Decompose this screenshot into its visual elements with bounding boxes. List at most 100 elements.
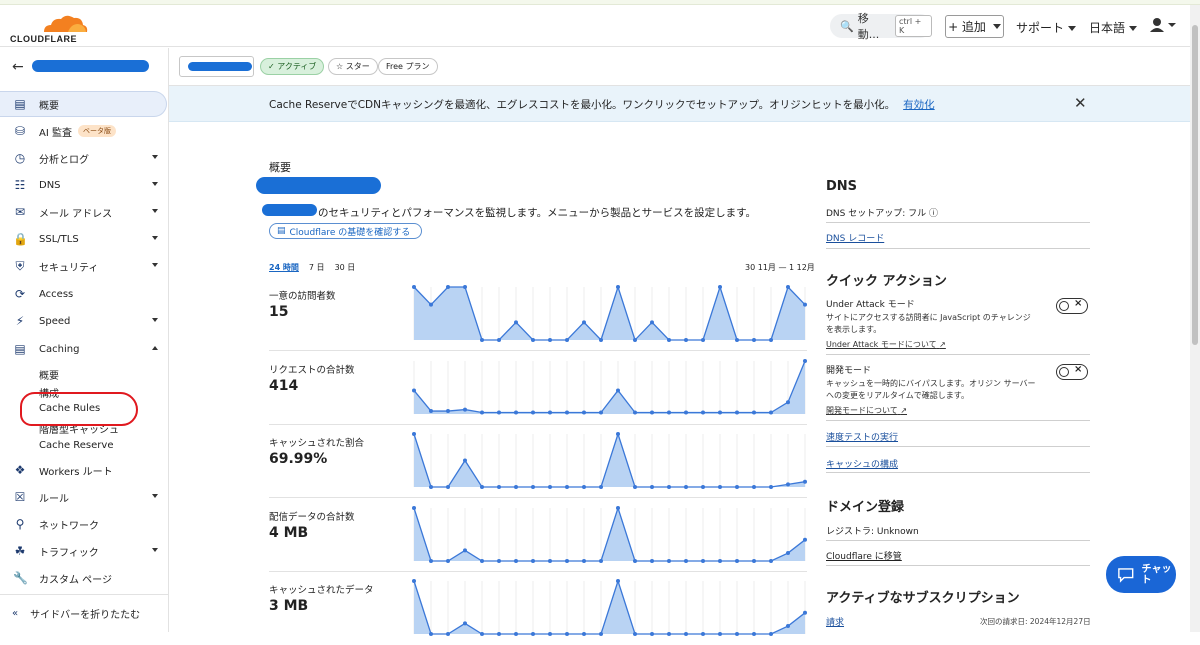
- data-point[interactable]: [650, 320, 654, 325]
- data-point[interactable]: [684, 559, 688, 563]
- data-point[interactable]: [480, 410, 484, 415]
- data-point[interactable]: [701, 485, 705, 489]
- search-button[interactable]: 🔍 移動... ctrl + K: [830, 12, 932, 41]
- data-point[interactable]: [446, 485, 450, 489]
- data-point[interactable]: [786, 551, 790, 556]
- data-point[interactable]: [429, 632, 433, 636]
- data-point[interactable]: [565, 485, 569, 489]
- data-point[interactable]: [752, 485, 756, 489]
- tab-7d[interactable]: 7 日: [309, 262, 325, 273]
- data-point[interactable]: [531, 559, 535, 563]
- data-point[interactable]: [633, 338, 637, 342]
- scrollbar-thumb[interactable]: [1192, 25, 1198, 345]
- billing-link[interactable]: 請求: [826, 615, 844, 628]
- data-point[interactable]: [531, 632, 535, 636]
- data-point[interactable]: [650, 559, 654, 563]
- data-point[interactable]: [786, 482, 790, 487]
- data-point[interactable]: [463, 285, 467, 289]
- data-point[interactable]: [701, 410, 705, 415]
- data-point[interactable]: [599, 559, 603, 563]
- data-point[interactable]: [412, 579, 416, 583]
- data-point[interactable]: [667, 338, 671, 342]
- data-point[interactable]: [429, 409, 433, 414]
- data-point[interactable]: [565, 338, 569, 342]
- sidebar-item-workers[interactable]: ❖ Workers ルート: [0, 457, 169, 483]
- under-attack-link[interactable]: Under Attack モードについて ↗: [826, 339, 946, 351]
- data-point[interactable]: [701, 559, 705, 563]
- sidebar-item-access[interactable]: ⟳ Access: [0, 281, 169, 307]
- data-point[interactable]: [667, 410, 671, 415]
- sidebar-item-email[interactable]: ✉ メール アドレス: [0, 199, 169, 225]
- sidebar-item-traffic[interactable]: ☘ トラフィック: [0, 538, 169, 564]
- data-point[interactable]: [616, 579, 620, 583]
- sidebar-item-ssl-tls[interactable]: 🔒 SSL/TLS: [0, 226, 169, 252]
- data-point[interactable]: [548, 485, 552, 489]
- data-point[interactable]: [650, 410, 654, 415]
- data-point[interactable]: [480, 632, 484, 636]
- data-point[interactable]: [718, 485, 722, 489]
- info-icon[interactable]: ⓘ: [929, 209, 938, 219]
- cloudflare-basics-link[interactable]: ▤ Cloudflare の基礎を確認する: [269, 223, 422, 239]
- data-point[interactable]: [497, 559, 501, 563]
- data-point[interactable]: [429, 559, 433, 563]
- data-point[interactable]: [565, 632, 569, 636]
- sidebar-item-analytics[interactable]: ◷ 分析とログ: [0, 145, 169, 171]
- data-point[interactable]: [446, 409, 450, 414]
- data-point[interactable]: [752, 559, 756, 563]
- data-point[interactable]: [650, 485, 654, 489]
- add-button[interactable]: + 追加: [945, 15, 1004, 38]
- data-point[interactable]: [684, 485, 688, 489]
- data-point[interactable]: [735, 559, 739, 563]
- data-point[interactable]: [616, 285, 620, 289]
- language-menu[interactable]: 日本語: [1089, 19, 1138, 36]
- plan-badge[interactable]: Free プラン: [378, 58, 438, 75]
- data-point[interactable]: [582, 559, 586, 563]
- data-point[interactable]: [463, 407, 467, 412]
- data-point[interactable]: [667, 559, 671, 563]
- data-point[interactable]: [497, 632, 501, 636]
- data-point[interactable]: [446, 285, 450, 289]
- data-point[interactable]: [582, 485, 586, 489]
- data-point[interactable]: [803, 610, 807, 615]
- data-point[interactable]: [480, 485, 484, 489]
- data-point[interactable]: [463, 548, 467, 553]
- data-point[interactable]: [412, 285, 416, 289]
- dns-records-link[interactable]: DNS レコード: [826, 231, 884, 244]
- data-point[interactable]: [667, 485, 671, 489]
- close-icon[interactable]: ✕: [1074, 94, 1087, 112]
- sidebar-item-speed[interactable]: ⚡ Speed: [0, 308, 169, 334]
- data-point[interactable]: [446, 632, 450, 636]
- tab-24h[interactable]: 24 時間: [269, 262, 299, 273]
- tab-30d[interactable]: 30 日: [335, 262, 356, 273]
- data-point[interactable]: [531, 338, 535, 342]
- data-point[interactable]: [480, 559, 484, 563]
- caching-sub-overview[interactable]: 概要: [39, 367, 59, 382]
- data-point[interactable]: [786, 285, 790, 289]
- data-point[interactable]: [701, 338, 705, 342]
- data-point[interactable]: [480, 338, 484, 342]
- caching-sub-cache-reserve[interactable]: Cache Reserve: [39, 440, 113, 451]
- data-point[interactable]: [548, 559, 552, 563]
- data-point[interactable]: [582, 410, 586, 415]
- data-point[interactable]: [497, 338, 501, 342]
- data-point[interactable]: [531, 485, 535, 489]
- data-point[interactable]: [412, 432, 416, 436]
- data-point[interactable]: [684, 410, 688, 415]
- data-point[interactable]: [514, 559, 518, 563]
- data-point[interactable]: [752, 410, 756, 415]
- sidebar-item-security[interactable]: ⛨ セキュリティ: [0, 253, 169, 279]
- data-point[interactable]: [735, 410, 739, 415]
- sidebar-item-rules[interactable]: ☒ ルール: [0, 484, 169, 510]
- data-point[interactable]: [684, 338, 688, 342]
- data-point[interactable]: [599, 338, 603, 342]
- data-point[interactable]: [599, 485, 603, 489]
- data-point[interactable]: [803, 479, 807, 484]
- data-point[interactable]: [803, 302, 807, 307]
- data-point[interactable]: [531, 410, 535, 415]
- user-menu[interactable]: [1150, 17, 1176, 36]
- data-point[interactable]: [599, 410, 603, 415]
- dev-mode-toggle[interactable]: ×: [1056, 364, 1088, 380]
- data-point[interactable]: [803, 537, 807, 542]
- data-point[interactable]: [429, 302, 433, 307]
- sidebar-item-network[interactable]: ⚲ ネットワーク: [0, 511, 169, 537]
